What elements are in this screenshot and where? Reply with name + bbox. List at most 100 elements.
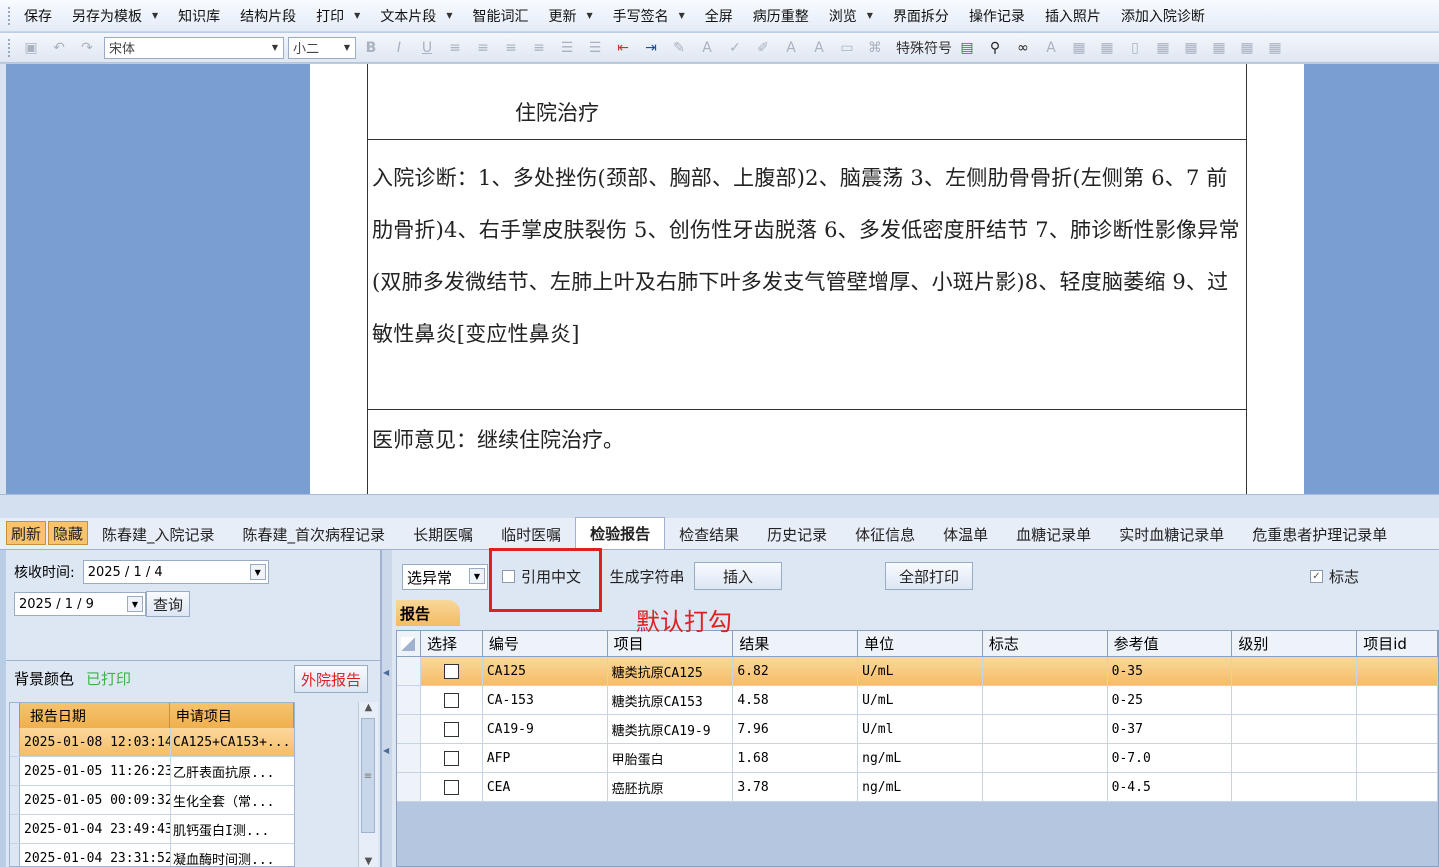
tab-item[interactable]: 体征信息 (841, 519, 929, 549)
align-center-icon[interactable]: ≡ (472, 38, 494, 58)
report-row[interactable]: 2025-01-04 23:49:43 肌钙蛋白I测... (10, 815, 294, 844)
cell-icon[interactable]: ▯ (1124, 38, 1146, 58)
collapse-icon[interactable]: ◀ (383, 746, 389, 755)
report-row[interactable]: 2025-01-08 12:03:14 CA125+CA153+... (10, 728, 294, 757)
menu-item[interactable]: 智能词汇 (472, 6, 528, 26)
date-from-picker[interactable]: 2025 / 1 / 4 ▼ (82, 560, 269, 584)
special-symbol-button[interactable]: 特殊符号 (896, 38, 952, 58)
hide-button[interactable]: 隐藏 (48, 521, 89, 545)
scroll-down-icon[interactable]: ▼ (359, 856, 378, 867)
menu-item[interactable]: 添加入院诊断 (1121, 6, 1205, 26)
table-col-icon[interactable]: ▦ (1180, 38, 1202, 58)
font-color-icon[interactable]: A (696, 38, 718, 58)
font-size-select[interactable]: 小二 ▼ (288, 36, 356, 59)
menu-item[interactable]: 文本片段 ▼ (380, 6, 452, 26)
note-icon[interactable]: ▤ (956, 38, 978, 58)
insert-button[interactable]: 插入 (694, 562, 782, 590)
row-checkbox[interactable] (443, 750, 459, 766)
tab-item[interactable]: 临时医嘱 (487, 519, 575, 549)
tab-item[interactable]: 历史记录 (753, 519, 841, 549)
menu-item[interactable]: 全屏 (705, 6, 733, 26)
tab-item[interactable]: 实时血糖记录单 (1105, 519, 1238, 549)
menu-item[interactable]: 界面拆分 (893, 6, 949, 26)
tab-item[interactable]: 体温单 (929, 519, 1002, 549)
menu-item[interactable]: 手写签名 ▼ (613, 6, 685, 26)
table-insert-icon[interactable]: ▦ (1068, 38, 1090, 58)
date-to-picker[interactable]: 2025 / 1 / 9 ▼ (14, 592, 146, 616)
menu-item[interactable]: 病历重整 (753, 6, 809, 26)
menu-item[interactable]: 知识库 (178, 6, 220, 26)
report-tab[interactable]: 报告 (396, 600, 460, 626)
report-row[interactable]: 2025-01-04 23:31:52 凝血酶时间测... (10, 844, 294, 866)
document-page[interactable]: 住院治疗 入院诊断：1、多处挫伤(颈部、胸部、上腹部)2、脑震荡 3、左侧肋骨骨… (310, 64, 1304, 494)
justify-icon[interactable]: ≡ (528, 38, 550, 58)
spell-icon[interactable]: ✓ (724, 38, 746, 58)
result-row[interactable]: CA19-9 糖类抗原CA19-9 7.96 U/ml 0-37 (397, 715, 1438, 744)
underline-icon[interactable]: U (416, 38, 438, 58)
external-report-button[interactable]: 外院报告 (294, 665, 369, 693)
report-row[interactable]: 2025-01-05 00:09:32 生化全套（常... (10, 786, 294, 815)
field-icon[interactable]: ▭ (836, 38, 858, 58)
font-select[interactable]: 宋体 ▼ (104, 36, 284, 59)
merge-icon[interactable]: ▦ (1208, 38, 1230, 58)
table-delete-icon[interactable]: ▦ (1264, 38, 1286, 58)
menu-item[interactable]: 插入照片 (1045, 6, 1101, 26)
save-icon[interactable]: ▣ (20, 38, 42, 58)
flag-checkbox[interactable]: ✓ 标志 (1310, 566, 1359, 587)
table-row-icon[interactable]: ▦ (1152, 38, 1174, 58)
tab-item[interactable]: 危重患者护理记录单 (1238, 519, 1401, 549)
row-checkbox[interactable] (443, 692, 459, 708)
italic-icon[interactable]: I (388, 38, 410, 58)
search-icon[interactable]: ⚲ (984, 38, 1006, 58)
tab-item[interactable]: 长期医嘱 (399, 519, 487, 549)
binoculars-icon[interactable]: ∞ (1012, 38, 1034, 58)
collapse-left-icon[interactable]: ◀ (383, 668, 389, 677)
refresh-button[interactable]: 刷新 (6, 521, 47, 545)
tab-item[interactable]: 检验报告 (575, 517, 666, 549)
undo-icon[interactable]: ↶ (48, 38, 70, 58)
generate-string-button[interactable]: 生成字符串 (602, 562, 692, 590)
tab-item[interactable]: 检查结果 (665, 519, 753, 549)
highlight-icon[interactable]: ✐ (752, 38, 774, 58)
split-icon[interactable]: ▦ (1236, 38, 1258, 58)
vertical-scrollbar[interactable]: ▲ ≡ ▼ (358, 702, 378, 867)
text-icon[interactable]: A (1040, 38, 1062, 58)
bullet-list-icon[interactable]: ☰ (584, 38, 606, 58)
outdent-icon[interactable]: ⇤ (612, 38, 634, 58)
print-all-button[interactable]: 全部打印 (885, 562, 973, 590)
menu-item[interactable]: 保存 (24, 6, 52, 26)
menu-item[interactable]: 打印 ▼ (316, 6, 360, 26)
font-size-icon[interactable]: A (808, 38, 830, 58)
indent-icon[interactable]: ⇥ (640, 38, 662, 58)
align-right-icon[interactable]: ≡ (500, 38, 522, 58)
result-row[interactable]: CEA 癌胚抗原 3.78 ng/mL 0-4.5 (397, 773, 1438, 802)
menu-item[interactable]: 操作记录 (969, 6, 1025, 26)
result-row[interactable]: CA-153 糖类抗原CA153 4.58 U/mL 0-25 (397, 686, 1438, 715)
menu-item[interactable]: 结构片段 (240, 6, 296, 26)
tab-item[interactable]: 血糖记录单 (1002, 519, 1105, 549)
splitter[interactable] (0, 494, 1439, 518)
result-row[interactable]: AFP 甲胎蛋白 1.68 ng/mL 0-7.0 (397, 744, 1438, 773)
numbered-list-icon[interactable]: ☰ (556, 38, 578, 58)
tab-item[interactable]: 陈春建_首次病程记录 (229, 519, 400, 549)
select-abnormal-dropdown[interactable]: 选异常 ▼ (402, 564, 488, 590)
row-checkbox[interactable] (443, 721, 459, 737)
table-icon[interactable]: ▦ (1096, 38, 1118, 58)
scroll-up-icon[interactable]: ▲ (359, 702, 378, 713)
row-checkbox[interactable] (443, 779, 459, 795)
clear-format-icon[interactable]: A (780, 38, 802, 58)
menu-item[interactable]: 另存为模板 ▼ (72, 6, 158, 26)
symbol-icon[interactable]: ⌘ (864, 38, 886, 58)
bold-icon[interactable]: B (360, 38, 382, 58)
query-button[interactable]: 查询 (146, 591, 191, 617)
redo-icon[interactable]: ↷ (76, 38, 98, 58)
align-left-icon[interactable]: ≡ (444, 38, 466, 58)
result-row[interactable]: CA125 糖类抗原CA125 6.82 U/mL 0-35 (397, 657, 1438, 686)
brush-icon[interactable]: ✎ (668, 38, 690, 58)
menu-item[interactable]: 更新 ▼ (548, 6, 592, 26)
row-checkbox[interactable] (443, 663, 459, 679)
report-row[interactable]: 2025-01-05 11:26:23 乙肝表面抗原... (10, 757, 294, 786)
scroll-thumb[interactable]: ≡ (361, 718, 375, 833)
tab-item[interactable]: 陈春建_入院记录 (88, 519, 229, 549)
panel-splitter[interactable]: ◀ ◀ (381, 550, 392, 867)
